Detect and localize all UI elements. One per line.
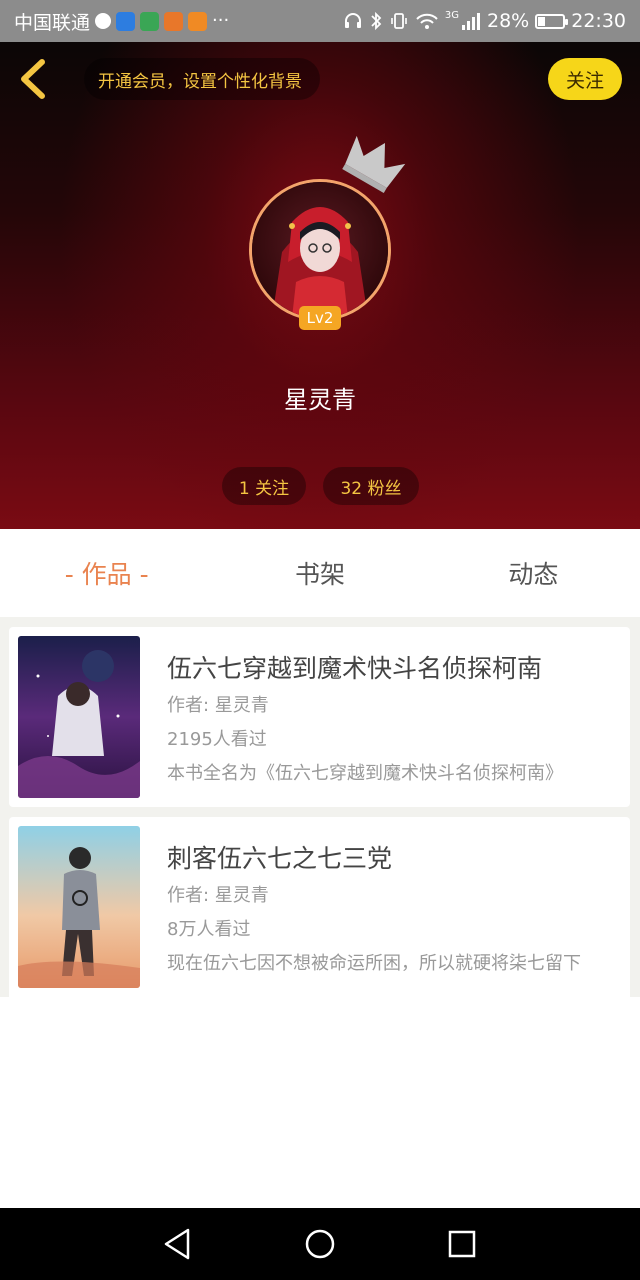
status-bar: 中国联通 ··· 3G 28% 22:30 xyxy=(0,0,640,42)
status-bar-left: 中国联通 ··· xyxy=(14,0,229,42)
fans-count-label: 32 粉丝 xyxy=(340,478,402,499)
battery-percent: 28% xyxy=(487,10,530,32)
book-views: 2195人看过 xyxy=(167,729,267,750)
tab-bookshelf[interactable]: 书架 xyxy=(213,529,426,617)
app-icon-orange xyxy=(164,11,184,31)
avatar[interactable] xyxy=(249,179,391,321)
book-author: 作者: 星灵青 xyxy=(167,695,269,716)
works-list: 伍六七穿越到魔术快斗名侦探柯南 作者: 星灵青 2195人看过 本书全名为《伍六… xyxy=(0,617,640,997)
follow-button-label: 关注 xyxy=(565,69,604,92)
carrier-label: 中国联通 xyxy=(14,11,91,34)
profile-header: 开通会员，设置个性化背景 关注 Lv2 星灵青 1 关注 32 粉丝 xyxy=(0,42,640,529)
wifi-icon xyxy=(416,13,438,29)
profile-tabs: - 作品 - 书架 动态 xyxy=(0,529,640,617)
following-count-label: 1 关注 xyxy=(238,478,290,499)
tab-bookshelf-label: 书架 xyxy=(294,560,345,589)
vip-background-prompt[interactable]: 开通会员，设置个性化背景 xyxy=(84,58,320,100)
book-title: 刺客伍六七之七三党 xyxy=(167,844,393,873)
app-icon-blue xyxy=(116,11,136,31)
status-bar-right: 3G 28% 22:30 xyxy=(343,0,626,42)
empty-area xyxy=(0,997,640,1208)
vip-prompt-label: 开通会员，设置个性化背景 xyxy=(98,71,302,92)
book-card[interactable]: 伍六七穿越到魔术快斗名侦探柯南 作者: 星灵青 2195人看过 本书全名为《伍六… xyxy=(9,627,630,807)
back-button[interactable] xyxy=(14,56,54,102)
app-icon-green xyxy=(140,11,160,31)
clock: 22:30 xyxy=(571,10,626,32)
signal-icon xyxy=(462,13,480,30)
book-description: 本书全名为《伍六七穿越到魔术快斗名侦探柯南》 xyxy=(167,763,563,784)
more-notifications-icon: ··· xyxy=(212,10,230,31)
level-badge: Lv2 xyxy=(299,306,341,330)
globe-icon xyxy=(95,13,112,29)
headset-icon xyxy=(344,13,361,28)
bluetooth-icon xyxy=(371,11,382,31)
book-views: 8万人看过 xyxy=(167,919,251,940)
vibrate-icon xyxy=(391,13,407,29)
book-cover xyxy=(18,826,140,988)
book-cover-image xyxy=(18,636,140,798)
fans-count-button[interactable]: 32 粉丝 xyxy=(323,467,419,505)
following-count-button[interactable]: 1 关注 xyxy=(222,467,306,505)
book-author: 作者: 星灵青 xyxy=(167,885,269,906)
follow-button[interactable]: 关注 xyxy=(548,58,622,100)
book-cover xyxy=(18,636,140,798)
battery-icon xyxy=(535,13,569,29)
home-circle-icon[interactable] xyxy=(300,1224,340,1264)
play-app-icon xyxy=(188,11,208,31)
back-triangle-icon[interactable] xyxy=(158,1224,198,1264)
book-description: 现在伍六七因不想被命运所困，所以就硬将柒七留下 xyxy=(167,953,581,974)
tab-activity-label: 动态 xyxy=(508,560,559,589)
tab-works[interactable]: - 作品 - xyxy=(0,529,213,617)
username: 星灵青 xyxy=(284,386,356,414)
network-type: 3G xyxy=(444,10,459,21)
book-card[interactable]: 刺客伍六七之七三党 作者: 星灵青 8万人看过 现在伍六七因不想被命运所困，所以… xyxy=(9,817,630,997)
system-nav-bar xyxy=(0,1208,640,1280)
level-label: Lv2 xyxy=(306,309,334,327)
tab-works-label: - 作品 - xyxy=(64,560,149,589)
book-title: 伍六七穿越到魔术快斗名侦探柯南 xyxy=(167,654,543,683)
chevron-left-icon xyxy=(21,59,45,99)
book-cover-image xyxy=(18,826,140,988)
avatar-image xyxy=(252,182,388,318)
recents-square-icon[interactable] xyxy=(442,1224,482,1264)
tab-activity[interactable]: 动态 xyxy=(427,529,640,617)
